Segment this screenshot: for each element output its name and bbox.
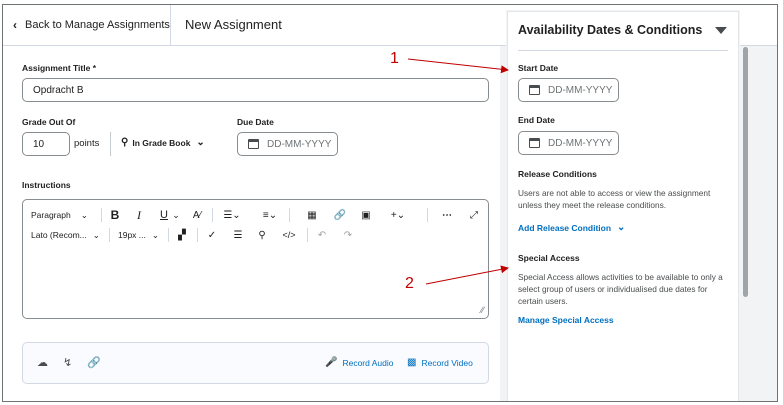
toolbar-divider	[168, 228, 169, 242]
chevron-down-icon[interactable]: ⌄	[171, 204, 181, 226]
end-date-placeholder: DD-MM-YYYY	[548, 137, 613, 149]
chevron-down-icon: ⌄	[196, 137, 205, 148]
undo-icon[interactable]: ↶	[315, 224, 329, 246]
underline-button[interactable]: U	[157, 204, 171, 226]
font-family-dropdown[interactable]: Lato (Recom... ⌄	[31, 224, 101, 246]
annotation-number-1: 1	[390, 50, 399, 67]
resize-handle-icon[interactable]: ∕∕	[481, 305, 484, 315]
start-date-input[interactable]: DD-MM-YYYY	[518, 78, 619, 102]
chevron-down-icon: ⌄	[151, 229, 160, 240]
horizontal-line-icon[interactable]: ☰	[231, 224, 245, 246]
due-date-placeholder: DD-MM-YYYY	[267, 138, 332, 150]
annotation-number-2: 2	[405, 275, 414, 292]
bold-button[interactable]: B	[107, 204, 123, 226]
chevron-down-icon: ⌄	[617, 222, 626, 233]
record-audio-button[interactable]: 🎤 Record Audio	[325, 357, 394, 368]
find-replace-icon[interactable]: ⚲	[255, 224, 269, 246]
source-code-icon[interactable]: </>	[281, 224, 297, 246]
quicklink-icon[interactable]: ↯	[63, 356, 72, 369]
video-camera-icon: ▩	[407, 357, 417, 368]
panel-divider	[518, 50, 728, 51]
start-date-placeholder: DD-MM-YYYY	[548, 84, 613, 96]
divider	[110, 132, 111, 156]
format-painter-icon[interactable]: ▞	[175, 224, 189, 246]
in-grade-book-label: In Grade Book	[132, 137, 191, 148]
toolbar-divider	[307, 228, 308, 242]
accessibility-checker-icon[interactable]: ✓	[205, 224, 219, 246]
assignment-title-input[interactable]: Opdracht B	[22, 78, 489, 102]
availability-panel-title[interactable]: Availability Dates & Conditions	[518, 23, 702, 37]
grade-out-of-input[interactable]: 10	[22, 132, 70, 156]
back-to-manage-assignments-button[interactable]: ‹ Back to Manage Assignments	[3, 5, 171, 45]
insert-more-icon[interactable]: +⌄	[385, 204, 411, 226]
calendar-icon	[529, 85, 540, 95]
page-title: New Assignment	[185, 17, 282, 32]
toolbar-divider	[427, 208, 428, 222]
manage-special-access-link[interactable]: Manage Special Access	[518, 315, 614, 325]
release-conditions-label: Release Conditions	[518, 169, 597, 179]
instructions-editor[interactable]: Paragraph ⌄ B I U ⌄ A⁄ ☰⌄ ≡⌄ ▦ 🔗 ▣ +⌄ ⋯ ⤢	[22, 199, 489, 319]
instructions-label: Instructions	[22, 180, 71, 190]
collapse-caret-icon[interactable]	[715, 27, 727, 34]
editor-toolbar-row-2: Lato (Recom... ⌄ 19px ... ⌄ ▞ ✓ ☰ ⚲ </> ↶ …	[23, 224, 488, 246]
pin-icon: ⚲	[121, 137, 129, 148]
toolbar-divider	[101, 208, 102, 222]
upload-icon[interactable]: ☁	[37, 356, 48, 369]
calendar-icon	[529, 138, 540, 148]
grade-out-of-label: Grade Out Of	[22, 117, 76, 127]
editor-toolbar-row-1: Paragraph ⌄ B I U ⌄ A⁄ ☰⌄ ≡⌄ ▦ 🔗 ▣ +⌄ ⋯ ⤢	[23, 204, 488, 226]
align-icon[interactable]: ☰⌄	[219, 204, 245, 226]
toolbar-divider	[289, 208, 290, 222]
back-label: Back to Manage Assignments	[25, 19, 170, 31]
attachments-bar: ☁ ↯ 🔗 🎤 Record Audio ▩ Record Video	[22, 342, 489, 384]
redo-icon[interactable]: ↷	[341, 224, 355, 246]
record-audio-label: Record Audio	[342, 357, 394, 368]
chevron-down-icon: ⌄	[80, 209, 88, 220]
microphone-icon: 🎤	[325, 357, 338, 368]
text-color-icon[interactable]: A⁄	[189, 204, 205, 226]
link-icon[interactable]: 🔗	[333, 204, 347, 226]
special-access-text: Special Access allows activities to be a…	[518, 272, 723, 306]
toolbar-divider	[109, 228, 110, 242]
in-grade-book-dropdown[interactable]: ⚲ In Grade Book ⌄	[121, 137, 205, 148]
insert-stuff-icon[interactable]: ▦	[305, 204, 319, 226]
font-size-label: 19px ...	[118, 230, 146, 240]
due-date-label: Due Date	[237, 117, 274, 127]
due-date-input[interactable]: DD-MM-YYYY	[237, 132, 338, 156]
release-conditions-text: Users are not able to access or view the…	[518, 188, 711, 210]
record-video-label: Record Video	[421, 357, 473, 368]
add-release-condition-button[interactable]: Add Release Condition ⌄	[518, 222, 625, 233]
manage-special-access-label: Manage Special Access	[518, 315, 614, 325]
toolbar-divider	[197, 228, 198, 242]
image-icon[interactable]: ▣	[359, 204, 373, 226]
end-date-label: End Date	[518, 115, 555, 125]
link-icon[interactable]: 🔗	[87, 356, 101, 369]
special-access-label: Special Access	[518, 253, 580, 263]
calendar-icon	[248, 139, 259, 149]
italic-button[interactable]: I	[131, 204, 147, 226]
panel-scrollbar[interactable]	[743, 47, 748, 297]
add-release-condition-label: Add Release Condition	[518, 222, 612, 233]
start-date-label: Start Date	[518, 63, 559, 73]
font-family-label: Lato (Recom...	[31, 230, 87, 240]
toolbar-divider	[212, 208, 213, 222]
end-date-input[interactable]: DD-MM-YYYY	[518, 131, 619, 155]
paragraph-style-dropdown[interactable]: Paragraph ⌄	[31, 204, 95, 226]
chevron-left-icon: ‹	[13, 18, 17, 32]
assignment-form: Assignment Title * Opdracht B Grade Out …	[3, 46, 500, 401]
list-icon[interactable]: ≡⌄	[257, 204, 283, 226]
paragraph-label: Paragraph	[31, 210, 71, 220]
assignment-title-label: Assignment Title *	[22, 63, 96, 73]
points-label: points	[74, 138, 100, 149]
more-options-icon[interactable]: ⋯	[439, 204, 455, 226]
font-size-dropdown[interactable]: 19px ... ⌄	[118, 224, 164, 246]
fullscreen-icon[interactable]: ⤢	[467, 204, 481, 226]
availability-panel: Availability Dates & Conditions Start Da…	[507, 11, 739, 401]
chevron-down-icon: ⌄	[92, 229, 100, 240]
record-video-button[interactable]: ▩ Record Video	[407, 357, 473, 368]
